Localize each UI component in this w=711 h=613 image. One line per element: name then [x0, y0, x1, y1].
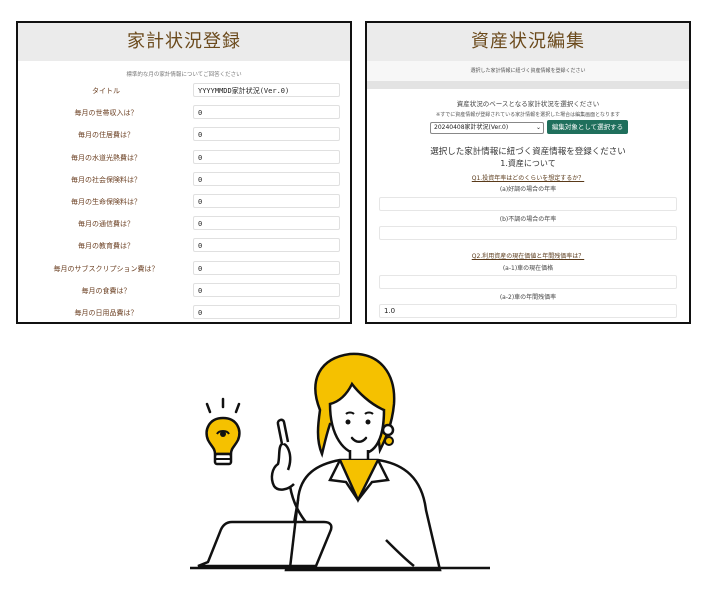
- field-label: 毎月の水道光熱費は？: [71, 154, 141, 162]
- divider: [367, 81, 689, 89]
- form-row-food: 毎月の食費は？ 0: [18, 283, 350, 302]
- household-registration-panel: 家計状況登録 標準的な月の家計情報についてご回答ください タイトル YYYYMM…: [16, 21, 352, 324]
- household-select-value: 20240408家計状況(Ver.0): [434, 124, 509, 131]
- form-row-daily-goods: 毎月の日用品費は？ 0: [18, 305, 350, 322]
- field-label: タイトル: [92, 87, 120, 95]
- bad-rate-input[interactable]: [379, 226, 677, 240]
- life-insurance-input[interactable]: 0: [193, 194, 340, 208]
- car-value-input[interactable]: [379, 275, 677, 289]
- form-row-life-insurance: 毎月の生命保険料は？ 0: [18, 194, 350, 213]
- form-row-subscription: 毎月のサブスクリプション費は？ 0: [18, 261, 350, 280]
- asset-subtitle: 選択した家計情報に紐づく資産情報を登録ください: [367, 61, 689, 81]
- select-edit-target-button[interactable]: 編集対象として選択する: [547, 120, 628, 134]
- edit-note: ※すでに資産情報が登録されている家計情報を選択した場合は編集画面となります: [436, 112, 620, 118]
- communication-input[interactable]: 0: [193, 216, 340, 230]
- page-title: 資産状況編集: [367, 23, 689, 61]
- field-label: 毎月の食費は？: [81, 287, 131, 295]
- housing-input[interactable]: 0: [193, 127, 340, 141]
- question-2-link[interactable]: Q2.利用資産の現在価値と年間残価率は？: [472, 253, 584, 260]
- field-label: 毎月の通信費は？: [78, 220, 134, 228]
- field-label: 毎月の生命保険料は？: [71, 198, 141, 206]
- base-heading: 資産状況のベースとなる家計状況を選択ください: [456, 100, 600, 108]
- form-row-income: 毎月の世帯収入は？ 0: [18, 105, 350, 124]
- car-residual-input[interactable]: 1.0: [379, 304, 677, 318]
- field-label: 毎月の住居費は？: [78, 131, 134, 139]
- question-1-link[interactable]: Q1.投資年率はどのくらいを想定するか？: [472, 175, 584, 182]
- income-input[interactable]: 0: [193, 105, 340, 119]
- car-value-label: (a-1)車の現在価格: [502, 265, 554, 272]
- field-label: 毎月の教育費は？: [78, 242, 134, 250]
- form-row-communication: 毎月の通信費は？ 0: [18, 216, 350, 235]
- bad-rate-label: (b)不調の場合の年率: [499, 216, 557, 223]
- form-row-utilities: 毎月の水道光熱費は？ 0: [18, 150, 350, 169]
- field-label: 毎月の社会保険料は？: [71, 176, 141, 184]
- chevron-down-icon: ⌄: [535, 124, 541, 131]
- car-residual-label: (a-2)車の年間残価率: [499, 294, 557, 301]
- page-title: 家計状況登録: [18, 23, 350, 61]
- form-subtitle: 標準的な月の家計情報についてご回答ください: [126, 72, 242, 78]
- form-row-education: 毎月の教育費は？ 0: [18, 238, 350, 257]
- lightbulb-icon: [205, 397, 241, 466]
- household-select[interactable]: 20240408家計状況(Ver.0) ⌄: [430, 122, 544, 134]
- daily-goods-input[interactable]: 0: [193, 305, 340, 319]
- good-rate-input[interactable]: [379, 197, 677, 211]
- form-row-housing: 毎月の住居費は？ 0: [18, 127, 350, 146]
- question-2: Q2.利用資産の現在価値と年間残価率は？: [367, 251, 689, 260]
- subscription-input[interactable]: 0: [193, 261, 340, 275]
- asset-edit-panel: 資産状況編集 選択した家計情報に紐づく資産情報を登録ください 資産状況のベースと…: [365, 21, 691, 324]
- field-label: 毎月の日用品費は？: [74, 309, 138, 317]
- field-label: 毎月の世帯収入は？: [74, 109, 138, 117]
- field-label: 毎月のサブスクリプション費は？: [53, 265, 159, 273]
- section-heading: 選択した家計情報に紐づく資産情報を登録ください: [430, 147, 626, 157]
- social-insurance-input[interactable]: 0: [193, 172, 340, 186]
- title-input[interactable]: YYYYMMDD家計状況(Ver.0): [193, 83, 340, 97]
- form-row-title: タイトル YYYYMMDD家計状況(Ver.0): [18, 83, 350, 102]
- question-1: Q1.投資年率はどのくらいを想定するか？: [367, 173, 689, 182]
- food-input[interactable]: 0: [193, 283, 340, 297]
- section-title: 1.資産について: [500, 159, 556, 168]
- woman-at-laptop-illustration: [190, 352, 490, 572]
- good-rate-label: (a)好調の場合の年率: [499, 186, 557, 193]
- education-input[interactable]: 0: [193, 238, 340, 252]
- utilities-input[interactable]: 0: [193, 150, 340, 164]
- form-row-social-insurance: 毎月の社会保険料は？ 0: [18, 172, 350, 191]
